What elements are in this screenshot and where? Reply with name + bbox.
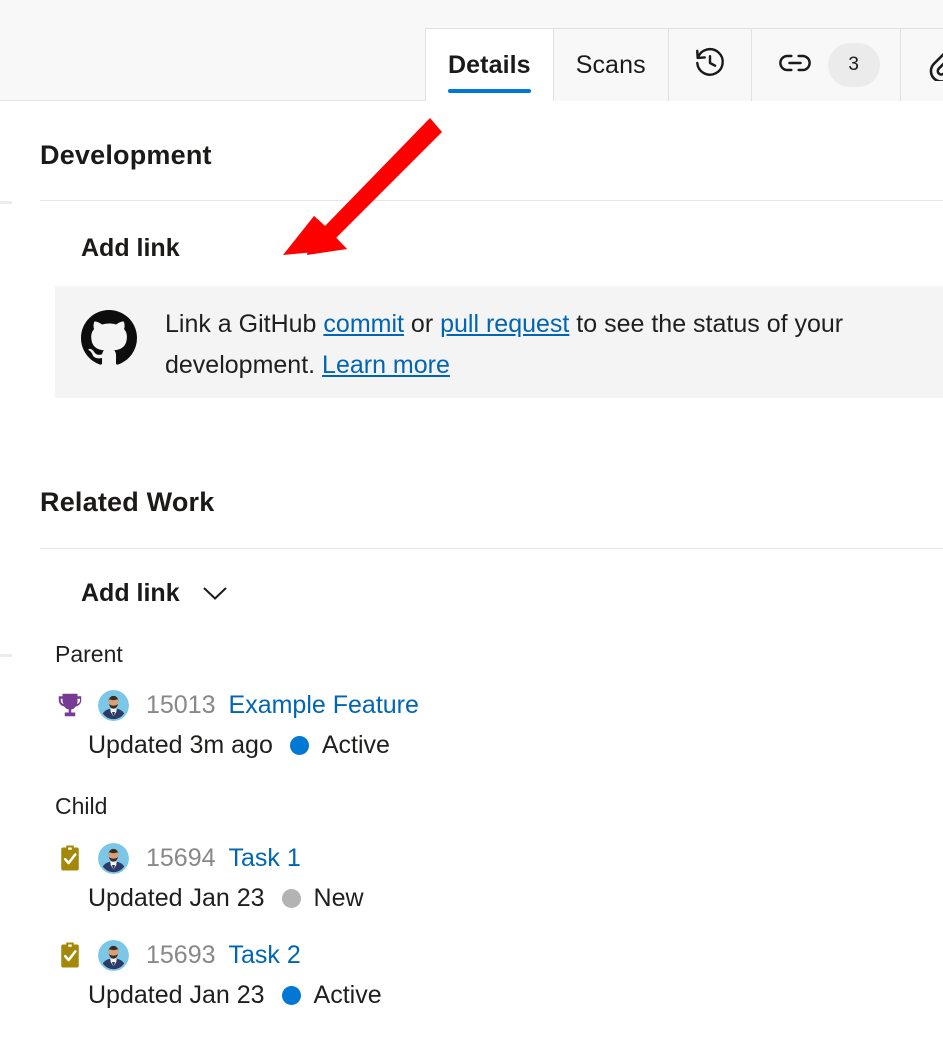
work-item-secondary-line: Updated Jan 23 Active — [88, 978, 382, 1012]
work-item-title-link[interactable]: Task 1 — [229, 844, 301, 873]
related-work-item-row[interactable]: 15013 Example Feature Updated 3m ago Act… — [55, 687, 419, 762]
github-info-text-part2: or — [404, 310, 440, 338]
tab-details[interactable]: Details — [425, 28, 553, 101]
edge-tick-development — [0, 201, 12, 204]
learn-more-link[interactable]: Learn more — [322, 351, 450, 379]
chevron-down-icon — [202, 586, 228, 601]
history-icon — [693, 46, 727, 85]
work-item-title-link[interactable]: Task 2 — [229, 941, 301, 970]
tab-scans-label: Scans — [576, 53, 646, 78]
work-item-secondary-line: Updated Jan 23 New — [88, 881, 364, 915]
tab-active-indicator — [448, 89, 531, 93]
development-divider — [40, 200, 943, 201]
tab-scans[interactable]: Scans — [553, 28, 668, 101]
github-link-info-box: Link a GitHub commit or pull request to … — [55, 286, 943, 398]
github-info-text: Link a GitHub commit or pull request to … — [165, 304, 905, 386]
related-work-item-row[interactable]: 15694 Task 1 Updated Jan 23 New — [55, 840, 364, 915]
work-item-state: Active — [322, 731, 390, 760]
development-add-link-button[interactable]: Add link — [81, 234, 180, 263]
avatar — [98, 843, 129, 874]
state-dot-icon — [282, 986, 301, 1005]
related-work-add-link-button[interactable]: Add link — [81, 579, 228, 608]
work-item-id: 15693 — [146, 941, 216, 970]
work-item-tab-strip: Details Scans 3 — [0, 0, 943, 101]
links-count-badge: 3 — [828, 43, 880, 87]
work-item-updated: Updated Jan 23 — [88, 981, 265, 1010]
github-icon — [81, 310, 137, 366]
related-work-divider — [40, 548, 943, 549]
tab-links[interactable]: 3 — [751, 28, 900, 101]
work-item-updated: Updated 3m ago — [88, 731, 273, 760]
task-clipboard-icon — [55, 843, 85, 873]
github-info-text-part1: Link a GitHub — [165, 310, 323, 338]
work-item-primary-line: 15694 Task 1 — [55, 840, 364, 876]
related-work-add-link-label: Add link — [81, 579, 180, 608]
work-item-secondary-line: Updated 3m ago Active — [88, 728, 419, 762]
development-section-title: Development — [40, 140, 212, 171]
tab-attachments[interactable] — [900, 28, 943, 101]
work-item-state: Active — [314, 981, 382, 1010]
group-label-parent: Parent — [55, 641, 123, 668]
avatar — [98, 940, 129, 971]
work-item-title-link[interactable]: Example Feature — [229, 691, 419, 720]
state-dot-icon — [290, 736, 309, 755]
tab-history[interactable] — [668, 28, 751, 101]
edge-tick-related-work — [0, 654, 12, 657]
related-work-section-title: Related Work — [40, 487, 214, 518]
work-item-id: 15013 — [146, 691, 216, 720]
tab-details-label: Details — [448, 53, 531, 78]
avatar — [98, 690, 129, 721]
related-work-item-row[interactable]: 15693 Task 2 Updated Jan 23 Active — [55, 937, 382, 1012]
annotation-arrow-icon — [270, 105, 450, 265]
group-label-child: Child — [55, 793, 107, 820]
tab-list: Details Scans 3 — [425, 28, 943, 101]
trophy-icon — [55, 690, 85, 720]
work-item-state: New — [314, 884, 364, 913]
work-item-primary-line: 15693 Task 2 — [55, 937, 382, 973]
link-icon — [776, 44, 814, 87]
work-item-updated: Updated Jan 23 — [88, 884, 265, 913]
task-clipboard-icon — [55, 940, 85, 970]
paperclip-icon — [925, 45, 943, 86]
work-item-id: 15694 — [146, 844, 216, 873]
pull-request-link[interactable]: pull request — [440, 310, 569, 338]
state-dot-icon — [282, 889, 301, 908]
commit-link[interactable]: commit — [323, 310, 404, 338]
work-item-primary-line: 15013 Example Feature — [55, 687, 419, 723]
